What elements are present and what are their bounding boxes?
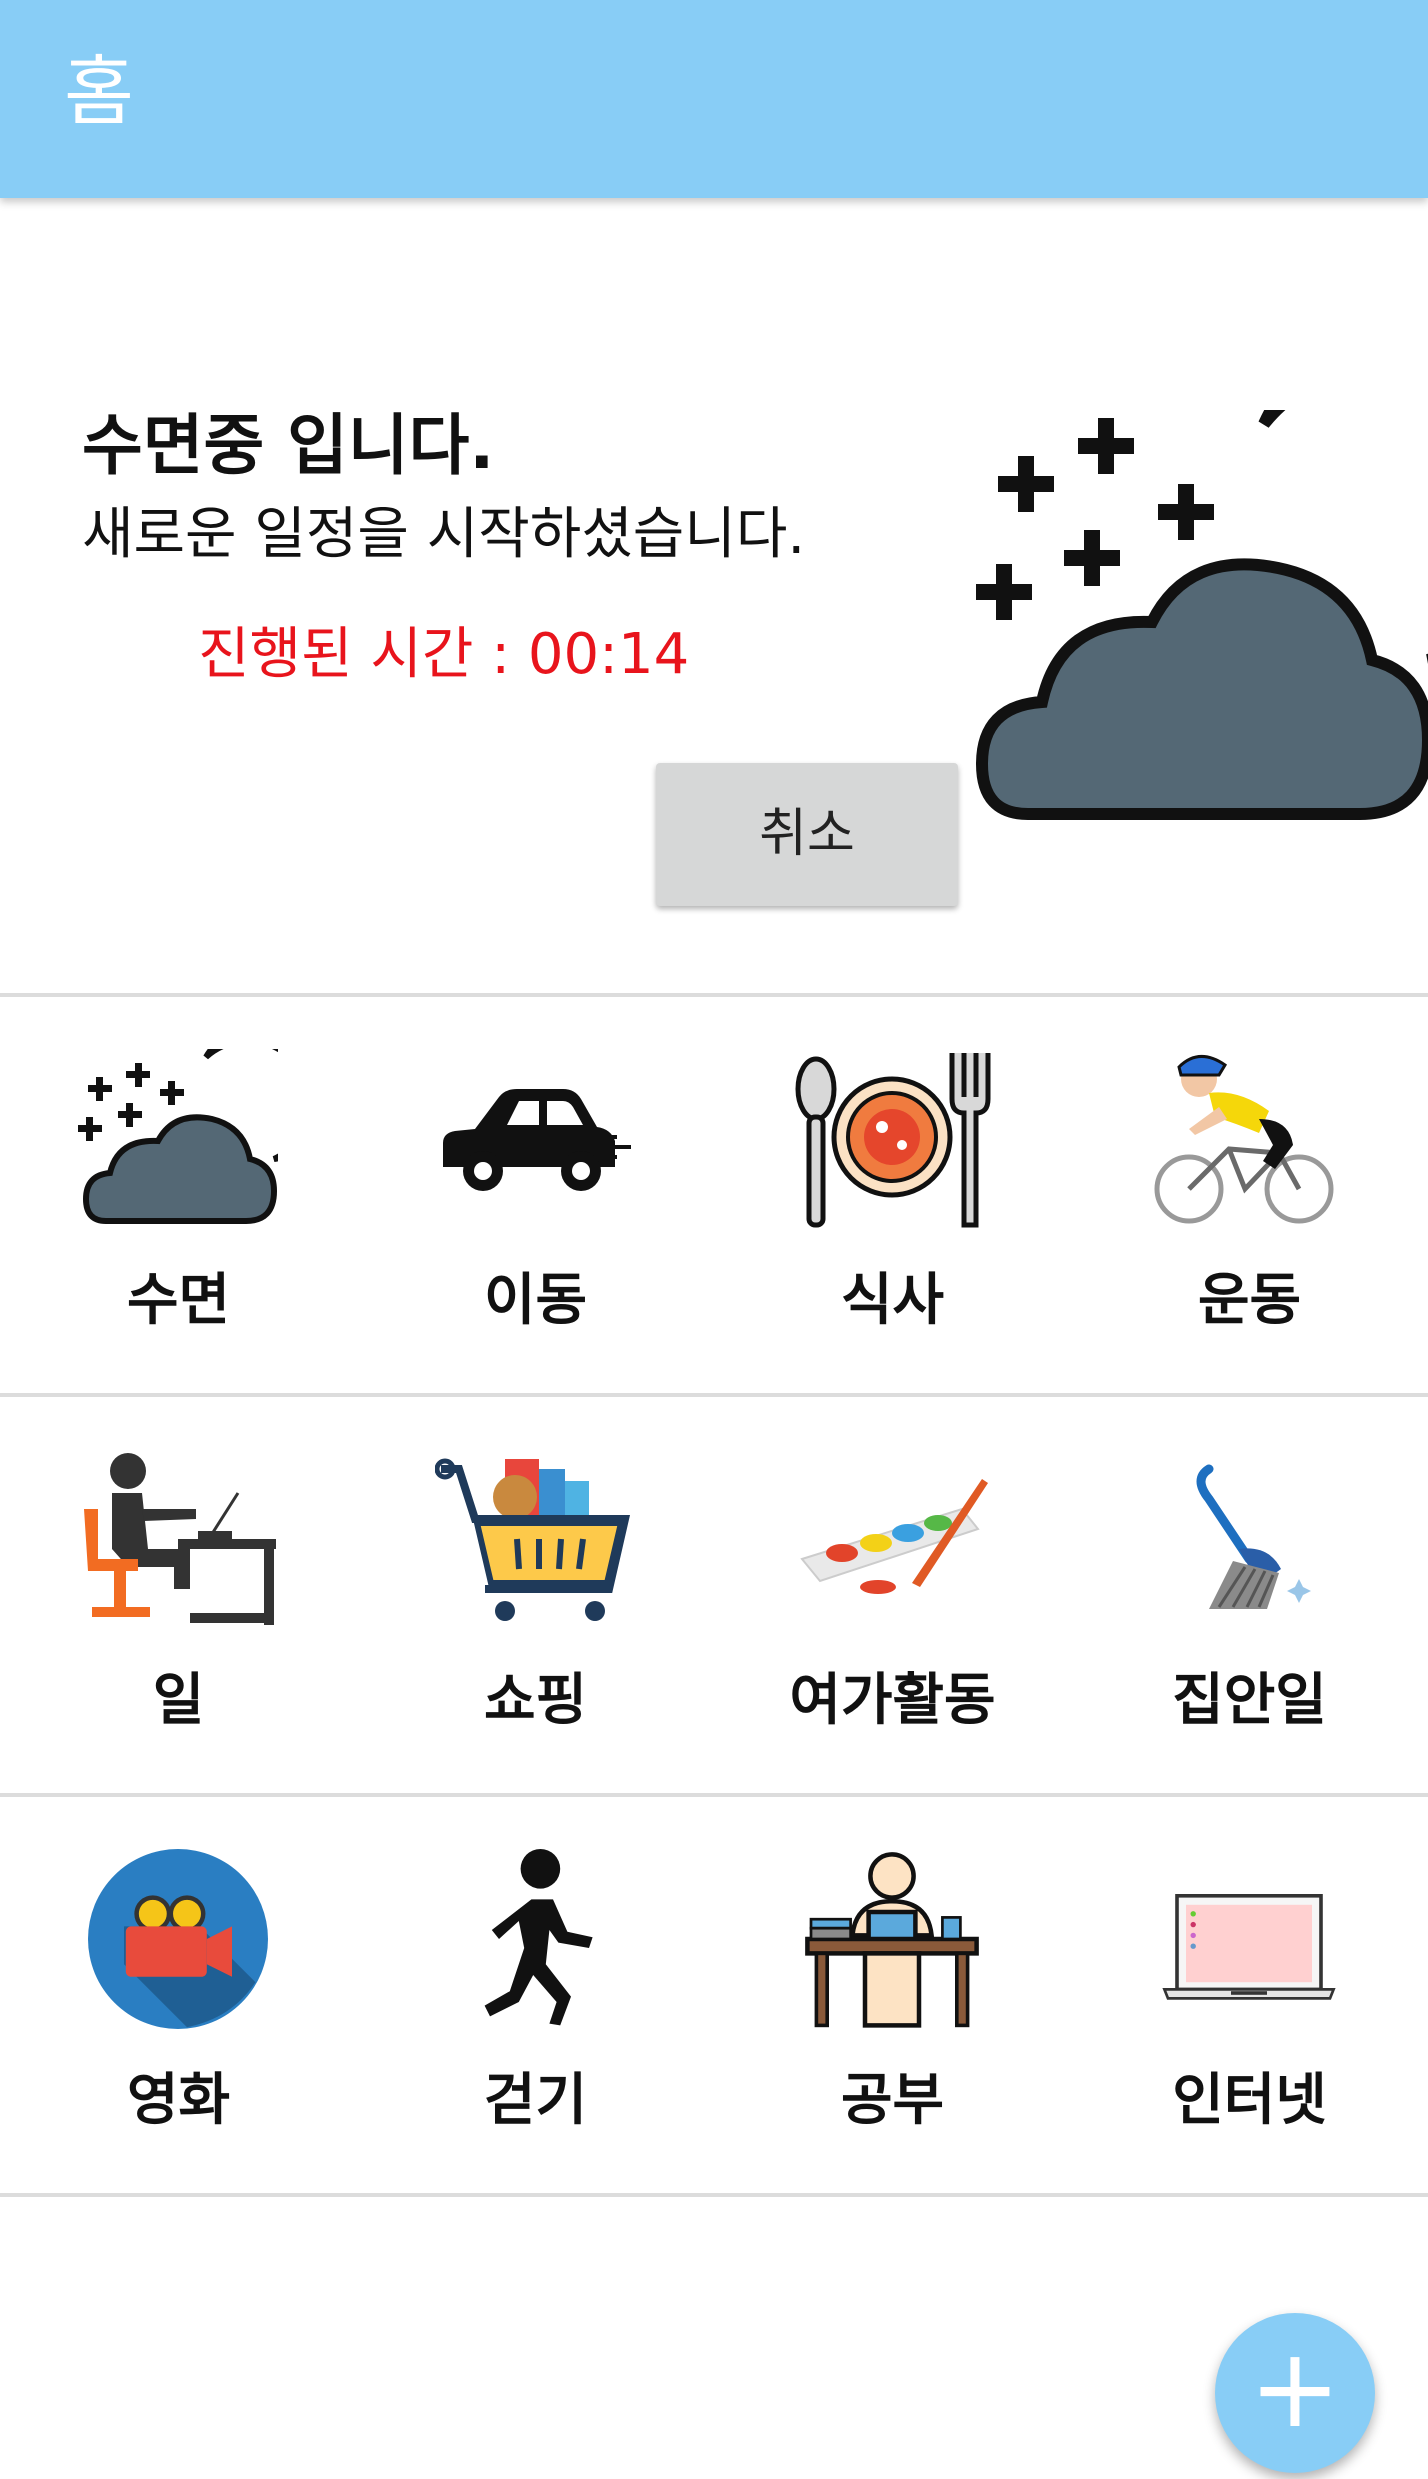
- study-desk-icon: [792, 1849, 992, 2029]
- category-tile-movie[interactable]: 영화: [0, 1797, 357, 2193]
- walking-person-icon: [435, 1849, 635, 2029]
- sleep-moon-cloud-icon: [78, 1049, 278, 1229]
- category-label: 여가활동: [789, 1668, 996, 1733]
- category-label: 일: [152, 1668, 205, 1733]
- category-tile-shopping[interactable]: 쇼핑: [357, 1397, 714, 1793]
- category-tile-housework[interactable]: 집안일: [1071, 1397, 1428, 1793]
- elapsed-time: 진행된 시간 : 00:14: [198, 622, 690, 687]
- desk-work-icon: [78, 1449, 278, 1629]
- category-tile-exercise[interactable]: 운동: [1071, 997, 1428, 1393]
- movie-camera-icon: [78, 1849, 278, 2029]
- car-icon: [435, 1049, 635, 1229]
- category-label: 수면: [126, 1268, 231, 1333]
- plus-icon: +: [1248, 2324, 1342, 2452]
- category-tile-travel[interactable]: 이동: [357, 997, 714, 1393]
- sleep-moon-cloud-icon: [968, 318, 1428, 830]
- category-label: 식사: [840, 1268, 945, 1333]
- category-tile-sleep[interactable]: 수면: [0, 997, 357, 1393]
- category-label: 걷기: [483, 2068, 588, 2133]
- broom-icon: [1149, 1449, 1349, 1629]
- category-tile-leisure[interactable]: 여가활동: [714, 1397, 1071, 1793]
- meal-plate-icon: [792, 1049, 992, 1229]
- category-tile-study[interactable]: 공부: [714, 1797, 1071, 2193]
- category-label: 인터넷: [1172, 2068, 1327, 2133]
- category-tile-work[interactable]: 일: [0, 1397, 357, 1793]
- divider: [0, 2193, 1428, 2197]
- shopping-cart-icon: [435, 1449, 635, 1629]
- status-title: 수면중 입니다.: [82, 407, 495, 484]
- category-tile-walking[interactable]: 걷기: [357, 1797, 714, 2193]
- category-tile-internet[interactable]: 인터넷: [1071, 1797, 1428, 2193]
- add-activity-button[interactable]: +: [1215, 2313, 1375, 2473]
- cancel-button[interactable]: 취소: [656, 763, 958, 906]
- app-bar: 홈: [0, 0, 1428, 198]
- category-tile-meal[interactable]: 식사: [714, 997, 1071, 1393]
- category-label: 영화: [126, 2068, 231, 2133]
- laptop-icon: [1149, 1849, 1349, 2029]
- category-label: 공부: [840, 2068, 945, 2133]
- status-subtitle: 새로운 일정을 시작하셨습니다.: [82, 502, 806, 567]
- category-label: 운동: [1197, 1268, 1302, 1333]
- category-label: 이동: [483, 1268, 588, 1333]
- cyclist-icon: [1149, 1049, 1349, 1229]
- category-label: 쇼핑: [483, 1668, 588, 1733]
- paint-palette-icon: [792, 1449, 992, 1629]
- category-label: 집안일: [1172, 1668, 1327, 1733]
- app-bar-title: 홈: [64, 47, 134, 136]
